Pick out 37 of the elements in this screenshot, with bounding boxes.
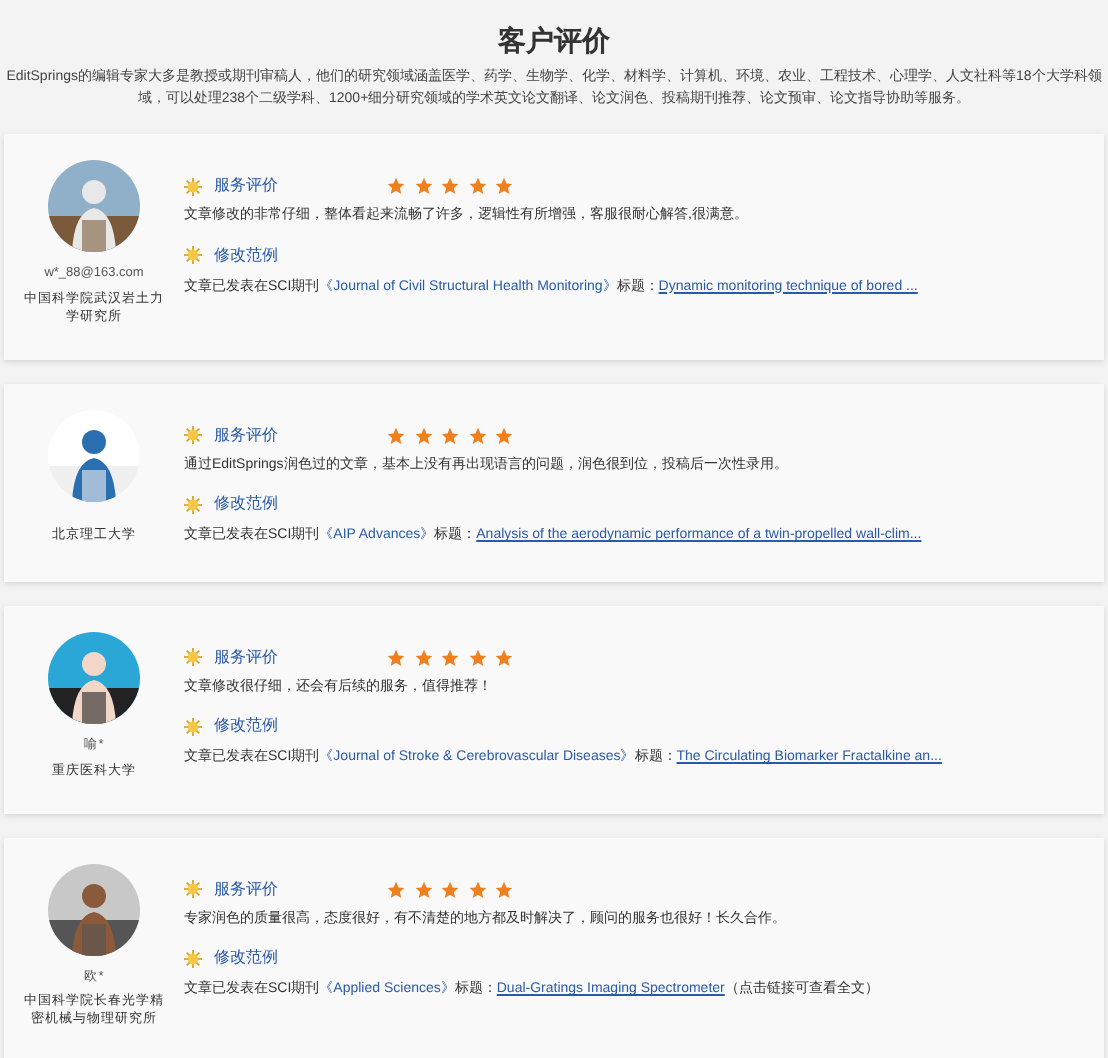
rating-label: 服务评价 [214, 645, 280, 670]
star-icon [386, 425, 406, 446]
star-icon [386, 647, 406, 668]
sun-icon [184, 495, 202, 514]
star-icon [494, 425, 514, 446]
example-label: 修改范例 [214, 946, 278, 970]
star-icon [467, 647, 487, 668]
section-title: 客户评价 [498, 22, 610, 60]
star-icon [440, 425, 460, 446]
sun-icon [184, 648, 202, 667]
star-icon [467, 176, 487, 196]
example-label: 修改范例 [214, 243, 278, 267]
star-icon [386, 176, 406, 196]
sun-icon [184, 949, 202, 967]
example-label: 修改范例 [214, 714, 278, 739]
sun-icon [184, 246, 202, 264]
star-icon [494, 647, 514, 668]
sun-icon [184, 880, 202, 898]
star-icon [440, 647, 460, 668]
rating-label: 服务评价 [214, 423, 280, 448]
rating-label: 服务评价 [214, 877, 280, 901]
star-icon [440, 176, 460, 196]
sun-icon [184, 717, 202, 736]
sun-icon [184, 177, 202, 195]
star-icon [467, 425, 487, 446]
star-icon [413, 425, 433, 446]
star-icon [413, 879, 433, 899]
star-icon [386, 879, 406, 899]
sun-icon [184, 426, 202, 445]
example-label: 修改范例 [214, 492, 278, 517]
star-icon [467, 879, 487, 899]
star-icon [494, 879, 514, 899]
rating-label: 服务评价 [214, 174, 280, 198]
star-icon [413, 647, 433, 668]
star-icon [494, 176, 514, 196]
star-icon [440, 879, 460, 899]
star-icon [413, 176, 433, 196]
